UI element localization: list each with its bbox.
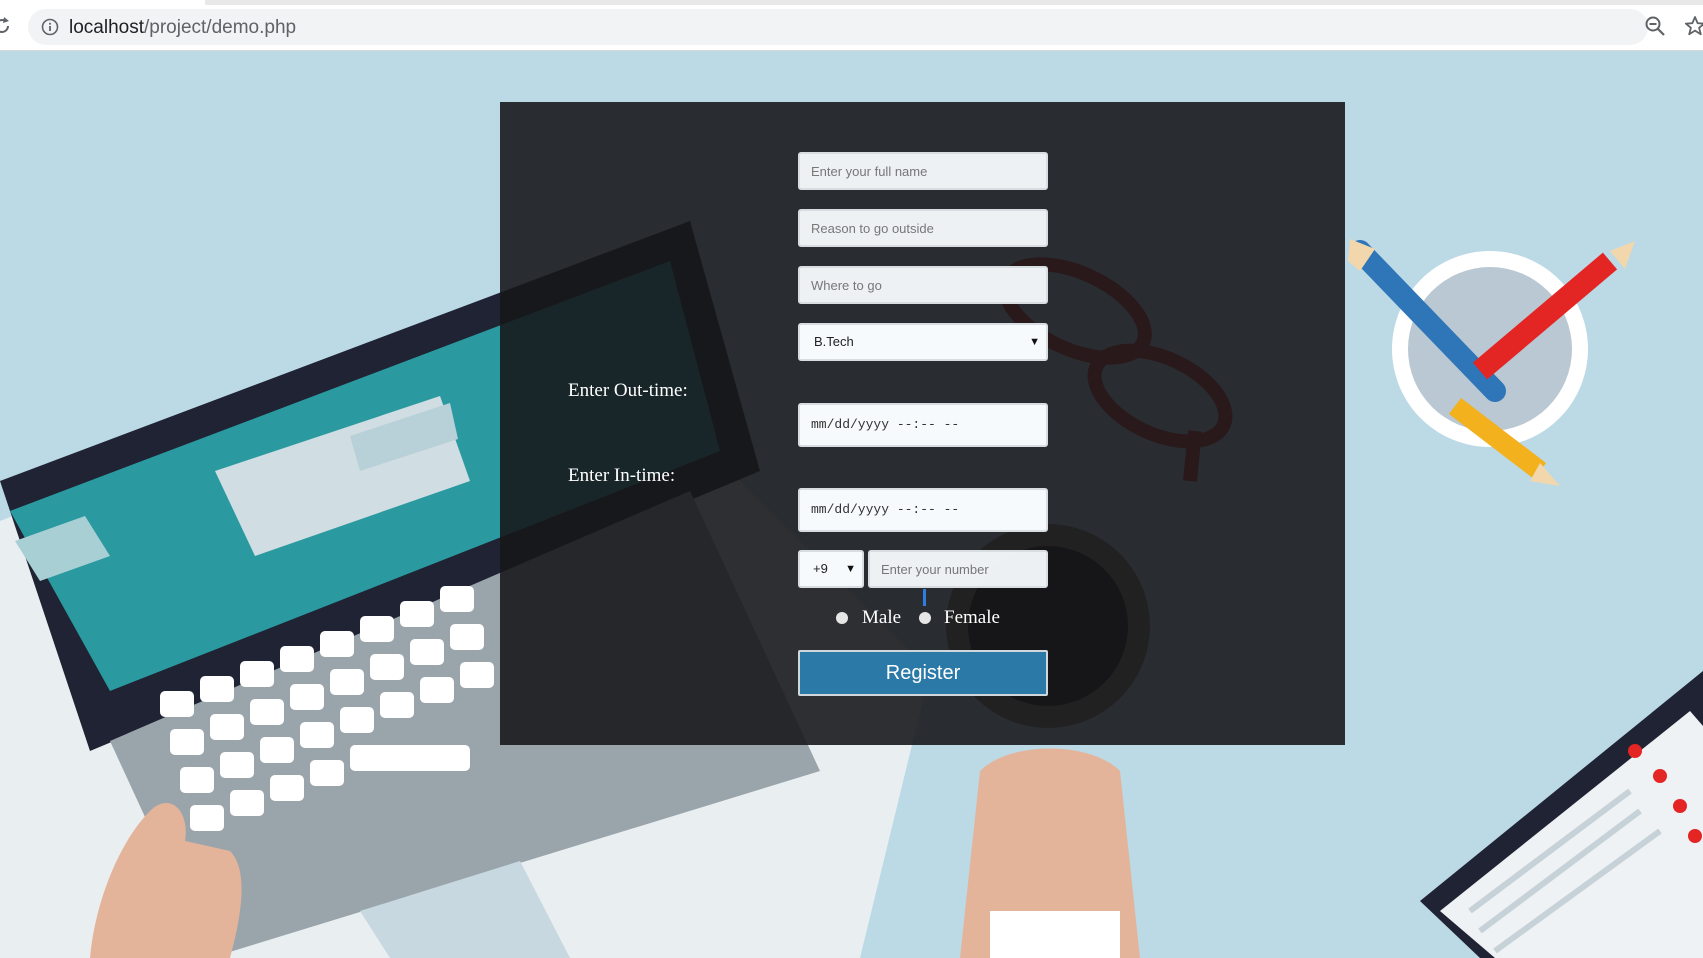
gender-female-radio[interactable] xyxy=(919,612,931,624)
active-tab[interactable] xyxy=(0,0,205,5)
dropdown-arrow-icon: ▼ xyxy=(845,563,856,575)
outtime-input[interactable]: mm/dd/yyyy --:-- -- xyxy=(798,403,1048,447)
info-icon[interactable] xyxy=(41,18,59,36)
country-code-select[interactable]: +9 ▼ xyxy=(798,550,864,588)
phone-number-input[interactable] xyxy=(868,550,1048,588)
outtime-label: Enter Out-time: xyxy=(568,380,688,401)
registration-panel: B.Tech ▼ Enter Out-time: mm/dd/yyyy --:-… xyxy=(500,102,1345,745)
text-cursor xyxy=(923,589,926,606)
reload-icon[interactable] xyxy=(0,16,12,36)
gender-female-label[interactable]: Female xyxy=(944,607,1000,629)
intime-label: Enter In-time: xyxy=(568,465,676,486)
gender-male-radio[interactable] xyxy=(836,612,848,624)
url-host: localhost xyxy=(69,17,144,38)
destination-input[interactable] xyxy=(798,266,1048,304)
address-bar[interactable]: localhost/project/demo.php xyxy=(28,9,1648,45)
bookmark-star-icon[interactable] xyxy=(1684,15,1703,37)
browser-toolbar: localhost/project/demo.php xyxy=(0,0,1703,51)
intime-input[interactable]: mm/dd/yyyy --:-- -- xyxy=(798,488,1048,532)
reason-input[interactable] xyxy=(798,209,1048,247)
register-button[interactable]: Register xyxy=(798,650,1048,696)
country-code-value: +9 xyxy=(813,561,828,576)
tab-strip xyxy=(0,0,1703,5)
full-name-input[interactable] xyxy=(798,152,1048,190)
zoom-out-icon[interactable] xyxy=(1644,15,1666,37)
url-text[interactable]: localhost/project/demo.php xyxy=(69,17,296,39)
course-select-value: B.Tech xyxy=(814,334,854,349)
dropdown-arrow-icon: ▼ xyxy=(1029,336,1040,348)
course-select[interactable]: B.Tech ▼ xyxy=(798,323,1048,361)
gender-male-label[interactable]: Male xyxy=(862,607,901,629)
url-path: /project/demo.php xyxy=(144,17,297,38)
